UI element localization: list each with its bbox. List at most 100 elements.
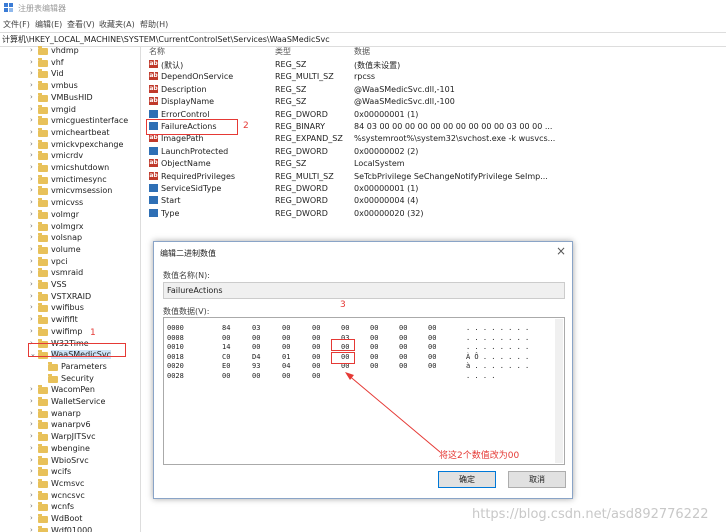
value-row[interactable]: LaunchProtected REG_DWORD 0x00000002 (2) xyxy=(141,145,726,157)
chevron-icon[interactable]: › xyxy=(30,46,33,54)
tree-item[interactable]: › vmgid xyxy=(0,104,140,116)
chevron-icon[interactable]: › xyxy=(30,58,33,66)
column-header-name[interactable]: 名称 xyxy=(149,46,165,58)
chevron-icon[interactable]: › xyxy=(30,81,33,89)
menu-file[interactable]: 文件(F) xyxy=(3,19,30,30)
chevron-icon[interactable]: › xyxy=(30,245,33,253)
hex-byte[interactable]: 00 xyxy=(312,343,320,351)
value-row[interactable]: ab DisplayName REG_SZ @WaaSMedicSvc.dll,-10… xyxy=(141,95,726,107)
chevron-icon[interactable]: › xyxy=(30,186,33,194)
hex-byte[interactable]: 00 xyxy=(252,372,260,380)
tree-item[interactable]: › vwififlt xyxy=(0,315,140,326)
tree-item[interactable]: › vwifimp xyxy=(0,326,140,338)
chevron-icon[interactable]: › xyxy=(30,268,33,276)
chevron-icon[interactable]: › xyxy=(30,69,33,77)
tree-item[interactable]: Parameters xyxy=(0,361,140,373)
tree-item[interactable]: › vmicheartbeat xyxy=(0,127,140,139)
tree-item[interactable]: › Vid xyxy=(0,69,140,80)
value-row[interactable]: Start REG_DWORD 0x00000004 (4) xyxy=(141,194,726,206)
tree-item[interactable]: › WarpJITSvc xyxy=(0,432,140,443)
hex-byte[interactable]: 00 xyxy=(370,362,378,370)
hex-byte[interactable]: 00 xyxy=(399,324,407,332)
hex-byte[interactable]: 00 xyxy=(399,343,407,351)
chevron-icon[interactable]: › xyxy=(30,409,33,417)
hex-byte[interactable]: 00 xyxy=(312,334,320,342)
menu-help[interactable]: 帮助(H) xyxy=(140,19,168,30)
hex-byte[interactable]: 00 xyxy=(222,334,230,342)
hex-byte[interactable]: 03 xyxy=(252,324,260,332)
chevron-icon[interactable]: › xyxy=(30,105,33,113)
value-row[interactable]: ab DependOnService REG_MULTI_SZ rpcss xyxy=(141,70,726,82)
hex-byte[interactable]: 84 xyxy=(222,324,230,332)
chevron-icon[interactable]: › xyxy=(30,151,33,159)
value-row[interactable]: ab (默认) REG_SZ (数值未设置) xyxy=(141,58,726,70)
hex-byte[interactable]: 00 xyxy=(370,353,378,361)
hex-byte[interactable]: 00 xyxy=(399,334,407,342)
value-row[interactable]: ErrorControl REG_DWORD 0x00000001 (1) xyxy=(141,108,726,120)
hex-byte[interactable]: 00 xyxy=(252,334,260,342)
tree-item[interactable]: › vpci xyxy=(0,256,140,268)
tree-item[interactable]: › vmbus xyxy=(0,81,140,92)
chevron-icon[interactable]: › xyxy=(30,467,33,475)
hex-byte[interactable]: 04 xyxy=(282,362,290,370)
column-header-type[interactable]: 类型 xyxy=(275,46,291,58)
tree-item[interactable]: › wcnfs xyxy=(0,502,140,513)
hex-byte[interactable]: 00 xyxy=(312,353,320,361)
chevron-icon[interactable]: › xyxy=(30,292,33,300)
hex-byte[interactable]: 00 xyxy=(428,334,436,342)
tree-item[interactable]: › vmicrdv xyxy=(0,151,140,162)
hex-byte[interactable]: 00 xyxy=(282,334,290,342)
chevron-icon[interactable]: › xyxy=(30,233,33,241)
hex-byte[interactable]: 00 xyxy=(252,343,260,351)
hex-byte[interactable]: 00 xyxy=(222,372,230,380)
hex-byte[interactable]: 00 xyxy=(312,372,320,380)
chevron-icon[interactable]: › xyxy=(30,526,33,532)
hex-byte[interactable]: 14 xyxy=(222,343,230,351)
tree-item[interactable]: › WdBoot xyxy=(0,514,140,525)
hex-byte[interactable]: 00 xyxy=(282,343,290,351)
tree-item[interactable]: › volmgr xyxy=(0,209,140,221)
tree-item[interactable]: › wbengine xyxy=(0,443,140,455)
tree-item[interactable]: › vhdmp xyxy=(0,46,140,57)
tree-item[interactable]: › vmicvmsession xyxy=(0,186,140,197)
tree-item[interactable]: › wcncsvc xyxy=(0,490,140,502)
hex-byte[interactable]: 00 xyxy=(370,334,378,342)
tree-item[interactable]: › Wcmsvc xyxy=(0,478,140,490)
tree-item[interactable]: › wanarp xyxy=(0,408,140,420)
chevron-icon[interactable]: › xyxy=(30,502,33,510)
key-tree[interactable]: › vhdmp › vhf › Vid › vmbus › VMBusHID › vmgid › vmic… xyxy=(0,46,141,532)
hex-row[interactable]: 0028 00 00 00 00 . . . . xyxy=(164,372,564,382)
hex-byte[interactable]: 00 xyxy=(312,324,320,332)
tree-item[interactable]: Security xyxy=(0,373,140,385)
chevron-icon[interactable]: › xyxy=(30,163,33,171)
address-bar[interactable]: 计算机\HKEY_LOCAL_MACHINE\SYSTEM\CurrentCon… xyxy=(0,32,726,47)
hex-byte[interactable]: 00 xyxy=(399,353,407,361)
chevron-icon[interactable]: › xyxy=(30,514,33,522)
hex-byte[interactable]: 00 xyxy=(428,343,436,351)
tree-item[interactable]: › WacomPen xyxy=(0,385,140,396)
hex-byte[interactable]: 00 xyxy=(312,362,320,370)
chevron-icon[interactable]: › xyxy=(30,128,33,136)
close-icon[interactable]: × xyxy=(556,244,566,258)
chevron-icon[interactable]: › xyxy=(30,198,33,206)
hex-byte[interactable]: 00 xyxy=(428,324,436,332)
chevron-icon[interactable]: › xyxy=(30,175,33,183)
chevron-icon[interactable]: › xyxy=(30,385,33,393)
hex-byte[interactable]: 00 xyxy=(282,324,290,332)
tree-item[interactable]: › wanarpv6 xyxy=(0,420,140,431)
hex-byte[interactable]: 00 xyxy=(370,343,378,351)
tree-item[interactable]: › VMBusHID xyxy=(0,92,140,104)
chevron-icon[interactable]: › xyxy=(30,420,33,428)
chevron-icon[interactable]: › xyxy=(30,456,33,464)
tree-item[interactable]: › WalletService xyxy=(0,397,140,408)
cancel-button[interactable]: 取消 xyxy=(508,471,566,488)
ok-button[interactable]: 确定 xyxy=(438,471,496,488)
chevron-icon[interactable]: › xyxy=(30,303,33,311)
tree-item[interactable]: › volsnap xyxy=(0,233,140,244)
hex-scrollbar[interactable] xyxy=(555,319,563,463)
tree-item[interactable]: › VSS xyxy=(0,280,140,291)
tree-item[interactable]: › vmickvpexchange xyxy=(0,139,140,151)
menu-view[interactable]: 查看(V) xyxy=(67,19,95,30)
hex-byte[interactable]: 00 xyxy=(282,372,290,380)
chevron-icon[interactable]: › xyxy=(30,397,33,405)
